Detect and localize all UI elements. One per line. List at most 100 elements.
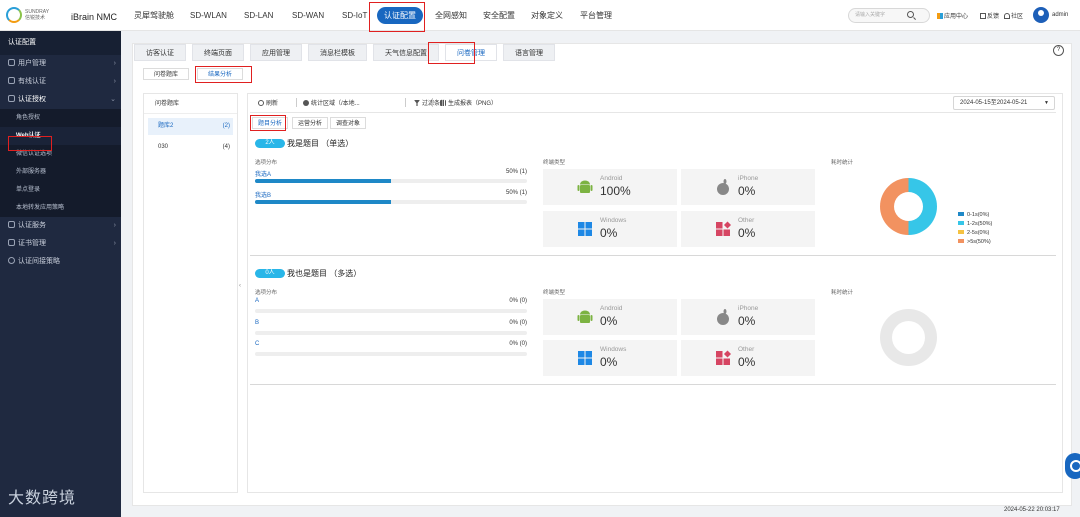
question-title: 我是题目 （单选） — [287, 139, 354, 148]
community-icon — [1004, 13, 1010, 19]
legend-item: 0-1s(0%) — [958, 212, 989, 218]
avatar[interactable] — [1033, 7, 1049, 23]
community-label: 社区 — [1011, 14, 1024, 20]
terminal-card-android: Android 100% — [543, 169, 677, 205]
option-name: 我选B — [255, 193, 272, 199]
certificate-icon — [8, 239, 15, 246]
nav-sd-wlan[interactable]: SD-WLAN — [190, 0, 227, 31]
nav-sd-lan[interactable]: SD-LAN — [244, 0, 273, 31]
terminal-os: Android — [600, 175, 623, 182]
user-icon — [8, 95, 15, 102]
collapse-handle-icon[interactable]: ‹ — [239, 283, 241, 289]
tab-message-template[interactable]: 消息栏模板 — [308, 44, 367, 61]
option-percentage: 0% (0) — [509, 341, 527, 347]
feedback-button[interactable]: 反馈 — [980, 11, 999, 20]
chevron-right-icon: › — [113, 78, 116, 85]
help-icon[interactable]: ? — [1053, 45, 1064, 56]
question-title: 我也是题目 （多选） — [287, 269, 362, 278]
option-distribution-label: 选项分布 — [255, 290, 278, 296]
chevron-down-icon: ⌄ — [110, 96, 116, 103]
config-tabs: 访客认证 终端页面 应用管理 消息栏模板 天气信息配置 问卷管理 语言管理 — [134, 44, 561, 61]
option-percentage: 50% (1) — [505, 169, 527, 175]
respondent-badge: 2人 — [255, 139, 285, 148]
list-item[interactable]: 题库2 (2) — [148, 118, 233, 135]
subtab-result-analysis[interactable]: 结果分析 — [197, 68, 244, 80]
sidebar-item-certificate[interactable]: 证书管理 › — [0, 235, 121, 253]
legend-item: 1-2s(50%) — [958, 221, 992, 227]
nav-object-definition[interactable]: 对象定义 — [531, 0, 563, 31]
date-range-picker[interactable]: 2024-05-15至2024-05-21 ▼ — [953, 96, 1055, 110]
service-icon — [8, 221, 15, 228]
tab-visitor-auth[interactable]: 访客认证 — [134, 44, 186, 61]
chevron-right-icon: › — [113, 60, 116, 67]
stat-region-button[interactable]: 统计区域（/本地... — [303, 98, 360, 107]
app-center-label: 应用中心 — [944, 14, 969, 20]
library-name: 题库2 — [158, 123, 174, 129]
terminal-pct: 0% — [600, 355, 618, 369]
sidebar-sub-role-auth[interactable]: 角色授权 — [0, 109, 121, 127]
chevron-right-icon: › — [113, 222, 116, 229]
terminal-os: iPhone — [738, 175, 759, 182]
terminal-card-iphone: iPhone 0% — [681, 169, 815, 205]
nav-network-perception[interactable]: 全网感知 — [435, 0, 467, 31]
sidebar-item-user-management[interactable]: 用户管理 › — [0, 55, 121, 73]
nav-cockpit[interactable]: 灵犀驾驶舱 — [134, 0, 174, 31]
terminal-os: Other — [738, 346, 755, 353]
nav-sd-wan[interactable]: SD-WAN — [292, 0, 324, 31]
feedback-icon — [980, 13, 986, 19]
support-chat-button[interactable] — [1065, 453, 1080, 479]
question-library: 问卷题库 题库2 (2) 030 (4) — [143, 93, 238, 493]
donut-hole — [892, 321, 925, 354]
grid-icon — [937, 13, 943, 19]
community-button[interactable]: 社区 — [1004, 11, 1023, 20]
subtab-question-bank[interactable]: 问卷题库 — [143, 68, 190, 80]
generate-report-button[interactable]: 生成报表（PNG） — [440, 98, 497, 107]
sidebar-item-label: 证书管理 — [18, 240, 46, 247]
sidebar-item-wired-auth[interactable]: 有线认证 › — [0, 73, 121, 91]
tab-operation-analysis[interactable]: 运营分析 — [292, 117, 329, 129]
list-item[interactable]: 030 (4) — [148, 139, 233, 156]
username[interactable]: admin — [1052, 12, 1068, 18]
refresh-label: 刷新 — [266, 101, 279, 107]
sidebar-item-label: 有线认证 — [18, 78, 46, 85]
terminal-pct: 0% — [600, 314, 618, 328]
sidebar-sub-local-forward[interactable]: 本地转发应用策略 — [0, 199, 121, 217]
report-label: 生成报表（PNG） — [448, 101, 498, 107]
legend-item: >5s(50%) — [958, 239, 991, 245]
sidebar-item-auth-authorization[interactable]: 认证授权 ⌄ — [0, 91, 121, 109]
option-percentage: 50% (1) — [505, 190, 527, 196]
tab-app-management[interactable]: 应用管理 — [250, 44, 302, 61]
chevron-down-icon: ▼ — [1044, 100, 1049, 106]
terminal-pct: 0% — [600, 226, 618, 240]
terminal-card-other: Other 0% — [681, 340, 815, 376]
watermark-logo: 大数跨境 — [8, 490, 77, 507]
sidebar-sub-external-server[interactable]: 外部服务器 — [0, 163, 121, 181]
library-header: 问卷题库 — [144, 94, 237, 114]
tab-questionnaire[interactable]: 问卷管理 — [445, 44, 497, 61]
nav-security-config[interactable]: 安全配置 — [483, 0, 515, 31]
sidebar-sub-sso[interactable]: 单点登录 — [0, 181, 121, 199]
app-center-button[interactable]: 应用中心 — [937, 11, 968, 20]
other-icon — [716, 221, 731, 236]
nav-sd-iot[interactable]: SD-IoT — [342, 0, 367, 31]
sidebar-sub-web-auth[interactable]: Web认证 — [0, 127, 121, 145]
tab-language[interactable]: 语言管理 — [503, 44, 555, 61]
refresh-button[interactable]: 刷新 — [258, 98, 278, 107]
sidebar-item-auth-policy[interactable]: 认证间接策略 — [0, 253, 121, 271]
terminal-type-label: 终端类型 — [543, 290, 566, 296]
tab-terminal-page[interactable]: 终端页面 — [192, 44, 244, 61]
terminal-pct: 100% — [600, 184, 631, 198]
tab-survey-target[interactable]: 调查对象 — [330, 117, 367, 129]
sidebar-sub-wechat-auth[interactable]: 微信认证选项 — [0, 145, 121, 163]
nav-platform-management[interactable]: 平台管理 — [580, 0, 612, 31]
server-timestamp: 2024-05-22 20:03:17 — [1004, 507, 1060, 513]
tab-weather-config[interactable]: 天气信息配置 — [373, 44, 439, 61]
nav-auth-config[interactable]: 认证配置 — [377, 7, 423, 24]
company-label: SUNDRAY 信锐技术 — [25, 9, 50, 21]
donut-hole — [894, 192, 923, 221]
tab-question-analysis[interactable]: 题目分析 — [252, 117, 289, 129]
search-icon[interactable] — [907, 9, 925, 21]
sidebar-item-auth-service[interactable]: 认证服务 › — [0, 217, 121, 235]
time-stat-label: 耗时统计 — [831, 160, 854, 166]
legend-swatch — [958, 230, 964, 234]
